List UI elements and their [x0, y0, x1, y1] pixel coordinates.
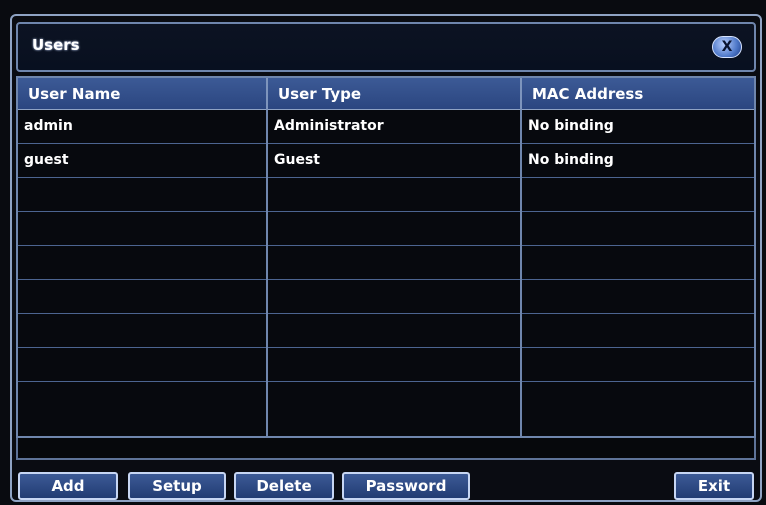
dialog-titlebar: Users X: [16, 22, 756, 72]
table-row[interactable]: [18, 246, 754, 280]
table-row[interactable]: [18, 348, 754, 382]
table-row[interactable]: admin Administrator No binding: [18, 110, 754, 144]
cell-user-name: [18, 314, 268, 348]
column-header-user-type[interactable]: User Type: [268, 78, 522, 110]
cell-user-name: guest: [18, 144, 268, 178]
table-row[interactable]: [18, 178, 754, 212]
cell-user-name: [18, 178, 268, 212]
table-row[interactable]: [18, 382, 754, 436]
cell-mac-address: [522, 382, 754, 436]
cell-user-type: Administrator: [268, 110, 522, 144]
cell-user-name: [18, 212, 268, 246]
users-table: User Name User Type MAC Address admin Ad…: [16, 76, 756, 438]
table-row[interactable]: guest Guest No binding: [18, 144, 754, 178]
dialog-title: Users: [32, 36, 80, 54]
setup-button[interactable]: Setup: [128, 472, 226, 500]
column-header-mac-address[interactable]: MAC Address: [522, 78, 754, 110]
cell-mac-address: [522, 178, 754, 212]
table-row[interactable]: [18, 280, 754, 314]
status-strip: [16, 438, 756, 460]
cell-user-name: [18, 280, 268, 314]
cell-mac-address: [522, 348, 754, 382]
cell-user-name: [18, 348, 268, 382]
delete-button[interactable]: Delete: [234, 472, 334, 500]
cell-mac-address: No binding: [528, 152, 614, 168]
cell-mac-address: [522, 212, 754, 246]
close-button[interactable]: X: [712, 36, 742, 58]
cell-mac-address: [522, 314, 754, 348]
cell-user-type: Guest: [268, 144, 522, 178]
cell-user-name: [18, 246, 268, 280]
cell-user-type: [268, 212, 522, 246]
cell-user-type: [268, 314, 522, 348]
table-row[interactable]: [18, 314, 754, 348]
column-header-user-name[interactable]: User Name: [18, 78, 268, 110]
cell-user-type: [268, 382, 522, 436]
cell-mac-address: [522, 246, 754, 280]
dvr-screen: Users X User Name User Type MAC Address …: [0, 0, 766, 505]
table-header: User Name User Type MAC Address: [18, 78, 754, 110]
cell-user-type: [268, 348, 522, 382]
add-button[interactable]: Add: [18, 472, 118, 500]
password-button[interactable]: Password: [342, 472, 470, 500]
table-row[interactable]: [18, 212, 754, 246]
close-icon: X: [721, 39, 733, 55]
exit-button[interactable]: Exit: [674, 472, 754, 500]
cell-user-name: [18, 382, 268, 436]
cell-mac-address: No binding: [528, 118, 614, 134]
cell-user-type: [268, 246, 522, 280]
cell-user-name: admin: [18, 110, 268, 144]
cell-user-type: [268, 178, 522, 212]
users-dialog: Users X User Name User Type MAC Address …: [10, 14, 762, 502]
cell-mac-address: [522, 280, 754, 314]
cell-user-type: [268, 280, 522, 314]
